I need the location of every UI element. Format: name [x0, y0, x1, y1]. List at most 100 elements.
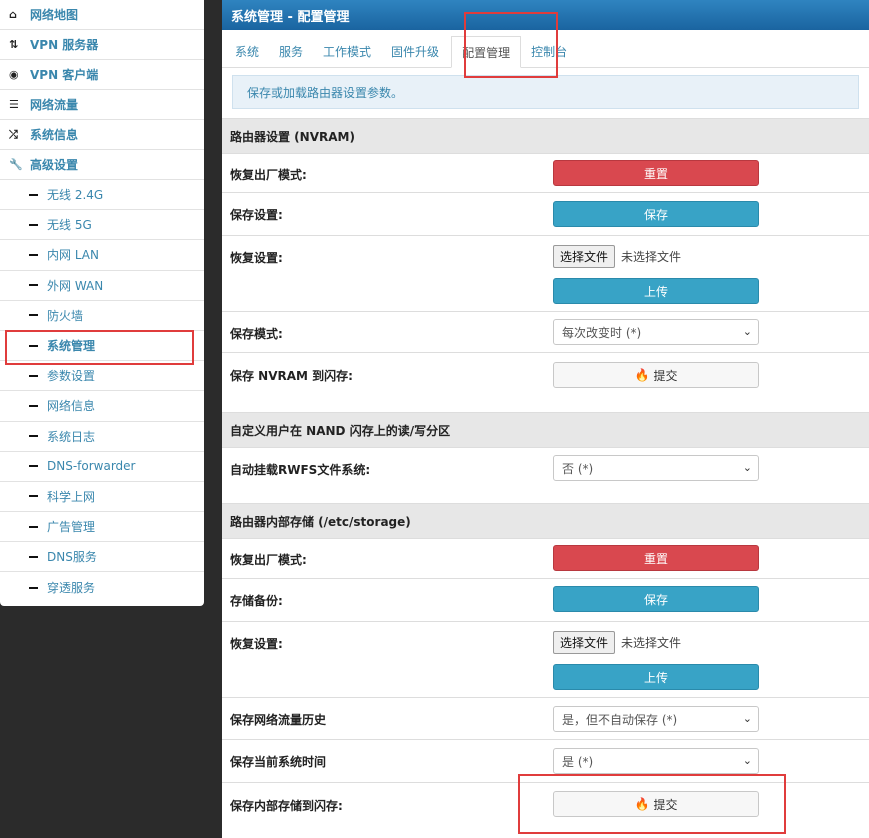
select-value: 是 (*)	[562, 754, 594, 769]
tab-config[interactable]: 配置管理	[451, 36, 522, 68]
sidebar-item-label: 无线 2.4G	[47, 188, 104, 203]
sidebar-item-label: 系统日志	[47, 429, 96, 444]
info-box: 保存或加载路由器设置参数。	[232, 75, 859, 109]
dash-icon	[29, 344, 38, 347]
dash-icon	[29, 404, 38, 407]
main-panel: 系统管理 - 配置管理 系统 服务 工作模式 固件升级 配置管理 控制台 保存或…	[222, 0, 869, 838]
storage-save-button[interactable]: 保存	[553, 586, 759, 612]
wrench-icon: 🔧	[9, 158, 23, 171]
choose-file-button[interactable]: 选择文件	[553, 245, 616, 268]
row-system-time: 保存当前系统时间 是 (*) ⌄	[222, 740, 869, 783]
nav-system-info[interactable]: ⤮ 系统信息	[0, 120, 204, 150]
label: 保存模式:	[230, 327, 283, 341]
sidebar-item-syslog[interactable]: 系统日志	[0, 422, 204, 452]
tab-firmware[interactable]: 固件升级	[381, 35, 449, 67]
sidebar-item-label: 广告管理	[47, 520, 96, 535]
nav-vpn-server[interactable]: ⇅ VPN 服务器	[0, 30, 204, 60]
dash-icon	[29, 435, 38, 438]
tab-work-mode[interactable]: 工作模式	[313, 35, 381, 67]
sidebar-item-label: 科学上网	[47, 489, 96, 504]
nav-label: 系统信息	[30, 128, 79, 142]
sidebar-item-system-admin[interactable]: 系统管理	[0, 331, 204, 362]
chevron-down-icon: ⌄	[742, 712, 752, 725]
nvram-commit-button[interactable]: 🔥 提交	[553, 362, 759, 388]
sidebar-item-net-info[interactable]: 网络信息	[0, 391, 204, 422]
file-name: 未选择文件	[621, 250, 682, 264]
sidebar-item-label: 参数设置	[47, 369, 96, 384]
row-nvram-save: 保存设置: 保存	[222, 193, 869, 236]
vpn-server-icon: ⇅	[9, 38, 19, 51]
tab-system[interactable]: 系统	[225, 35, 269, 67]
nav-network-map[interactable]: ⌂ 网络地图	[0, 0, 204, 30]
save-mode-select[interactable]: 每次改变时 (*) ⌄	[553, 319, 759, 345]
traffic-icon: ☰	[9, 98, 19, 111]
storage-file-picker: 选择文件 未选择文件	[553, 631, 681, 654]
dash-icon	[29, 555, 38, 558]
storage-upload-button[interactable]: 上传	[553, 664, 759, 690]
label: 保存网络流量历史	[230, 713, 327, 727]
dash-icon	[29, 465, 38, 468]
section-nvram: 路由器设置 (NVRAM)	[222, 118, 869, 154]
sidebar-item-label: 外网 WAN	[47, 278, 104, 293]
sidebar-item-dns-service[interactable]: DNS服务	[0, 542, 204, 573]
label: 恢复出厂模式:	[230, 553, 307, 567]
page-title: 系统管理 - 配置管理	[222, 0, 869, 30]
tab-services[interactable]: 服务	[269, 35, 313, 67]
nav-label: 网络地图	[30, 8, 79, 22]
label: 恢复设置:	[230, 251, 283, 265]
dash-icon	[29, 314, 38, 317]
sidebar-item-wan[interactable]: 外网 WAN	[0, 271, 204, 301]
row-storage-restore: 恢复设置: 选择文件 未选择文件 上传	[222, 622, 869, 698]
button-label: 提交	[653, 368, 678, 383]
sidebar-item-tunnel[interactable]: 穿透服务	[0, 572, 204, 602]
choose-file-button[interactable]: 选择文件	[553, 631, 616, 654]
dash-icon	[29, 525, 38, 528]
traffic-history-select[interactable]: 是，但不自动保存 (*) ⌄	[553, 706, 759, 732]
nav-label: VPN 客户端	[30, 68, 99, 82]
nav-traffic[interactable]: ☰ 网络流量	[0, 90, 204, 120]
rwfs-mount-select[interactable]: 否 (*) ⌄	[553, 455, 759, 481]
sidebar-item-firewall[interactable]: 防火墙	[0, 301, 204, 331]
nav-vpn-client[interactable]: ◉ VPN 客户端	[0, 60, 204, 90]
storage-reset-button[interactable]: 重置	[553, 545, 759, 571]
sidebar-item-label: 防火墙	[47, 308, 84, 323]
button-label: 提交	[653, 797, 678, 812]
shuffle-icon: ⤮	[9, 127, 18, 141]
label: 存储备份:	[230, 594, 283, 608]
sidebar-item-wireless-24[interactable]: 无线 2.4G	[0, 180, 204, 211]
system-time-select[interactable]: 是 (*) ⌄	[553, 748, 759, 774]
label: 恢复出厂模式:	[230, 168, 307, 182]
storage-commit-button[interactable]: 🔥 提交	[553, 791, 759, 817]
row-nvram-restore: 恢复设置: 选择文件 未选择文件 上传	[222, 236, 869, 312]
select-value: 否 (*)	[562, 461, 594, 476]
home-icon: ⌂	[9, 8, 17, 21]
nvram-upload-button[interactable]: 上传	[553, 278, 759, 304]
nav-advanced[interactable]: 🔧 高级设置	[0, 150, 204, 180]
dash-icon	[29, 495, 38, 498]
sidebar-item-lan[interactable]: 内网 LAN	[0, 240, 204, 271]
row-nvram-factory: 恢复出厂模式: 重置	[222, 154, 869, 193]
globe-icon: ◉	[9, 68, 19, 81]
label: 保存设置:	[230, 208, 283, 222]
nvram-save-button[interactable]: 保存	[553, 201, 759, 227]
select-value: 是，但不自动保存 (*)	[562, 712, 678, 727]
file-name: 未选择文件	[621, 636, 682, 650]
nvram-file-picker: 选择文件 未选择文件	[553, 245, 681, 268]
sidebar-item-params[interactable]: 参数设置	[0, 361, 204, 392]
sidebar-item-dns-forwarder[interactable]: DNS-forwarder	[0, 452, 204, 482]
sidebar-item-label: 穿透服务	[47, 581, 96, 596]
label: 保存 NVRAM 到闪存:	[230, 369, 353, 383]
label: 自动挂载RWFS文件系统:	[230, 463, 371, 477]
nav-label: 高级设置	[30, 158, 79, 172]
sidebar-item-adblock[interactable]: 广告管理	[0, 512, 204, 543]
select-value: 每次改变时 (*)	[562, 325, 642, 340]
row-storage-flash: 保存内部存储到闪存: 🔥 提交	[222, 783, 869, 827]
tab-bar: 系统 服务 工作模式 固件升级 配置管理 控制台	[222, 30, 869, 68]
sidebar-item-label: DNS服务	[47, 550, 97, 565]
sidebar-item-proxy[interactable]: 科学上网	[0, 482, 204, 513]
tab-console[interactable]: 控制台	[521, 35, 577, 67]
nvram-reset-button[interactable]: 重置	[553, 160, 759, 186]
section-storage: 路由器内部存储 (/etc/storage)	[222, 503, 869, 539]
sidebar-item-wireless-5[interactable]: 无线 5G	[0, 210, 204, 241]
label: 恢复设置:	[230, 637, 283, 651]
